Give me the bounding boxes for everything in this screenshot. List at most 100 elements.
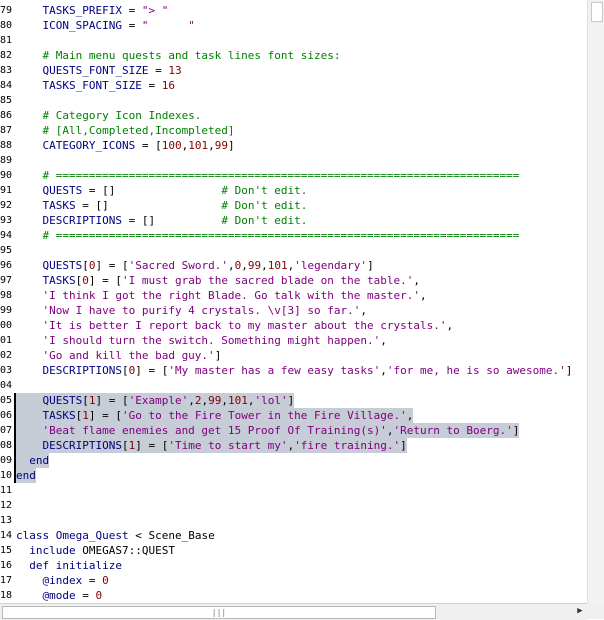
code-token: ] <box>400 439 407 452</box>
line-number: 110 <box>0 470 13 481</box>
horizontal-scrollbar[interactable]: ||| ▶ <box>0 603 587 620</box>
code-line[interactable]: 109 end <box>0 453 587 468</box>
code-text: ICON_SPACING = " " <box>16 18 194 33</box>
code-token: = <box>95 274 116 287</box>
line-number: 103 <box>0 365 13 376</box>
code-token: 99 <box>208 394 222 407</box>
code-token: 'My master has a few easy tasks' <box>168 364 381 377</box>
code-line[interactable]: 84 TASKS_FONT_SIZE = 16 <box>0 78 587 93</box>
horizontal-scroll-thumb[interactable]: ||| <box>2 606 436 619</box>
code-line[interactable]: 116 def initialize <box>0 558 587 573</box>
code-token: 'Sacred Sword.' <box>128 259 228 272</box>
code-text: # Category Icon Indexes. <box>16 108 201 123</box>
code-token: 0 <box>82 274 89 287</box>
code-token: OMEGAS7 <box>82 544 129 557</box>
code-line[interactable]: 94 # ===================================… <box>0 228 587 243</box>
code-line[interactable]: 112 <box>0 498 587 513</box>
code-line[interactable]: 82 # Main menu quests and task lines fon… <box>0 48 587 63</box>
code-token: , <box>221 394 228 407</box>
code-line[interactable]: 107 'Beat flame enemies and get 15 Proof… <box>0 423 587 438</box>
code-line[interactable]: 95 <box>0 243 587 258</box>
code-editor[interactable]: 79 TASKS_PREFIX = "> " 80 ICON_SPACING = … <box>0 0 587 603</box>
line-number: 104 <box>0 380 13 391</box>
code-line[interactable]: 100 'It is better I report back to my ma… <box>0 318 587 333</box>
code-token: , <box>227 259 235 272</box>
code-token: class <box>16 529 56 542</box>
code-text: 'Beat flame enemies and get 15 Proof Of … <box>16 423 520 438</box>
code-line[interactable]: 102 'Go and kill the bad guy.'] <box>0 348 587 363</box>
line-number: 79 <box>0 5 12 16</box>
code-token: @index <box>16 574 89 587</box>
code-text: QUESTS[0] = ['Sacred Sword.',0,99,101,'l… <box>16 258 373 273</box>
code-text: # ======================================… <box>16 228 519 243</box>
code-line[interactable]: 115 include OMEGAS7::QUEST <box>0 543 587 558</box>
code-line[interactable]: 101 'I should turn the switch. Something… <box>0 333 587 348</box>
code-line[interactable]: 104 <box>0 378 587 393</box>
code-line[interactable]: 97 TASKS[0] = ['I must grab the sacred b… <box>0 273 587 288</box>
selection-margin-marker <box>14 393 16 408</box>
line-number: 85 <box>0 95 12 106</box>
code-text: class Omega_Quest < Scene_Base <box>16 528 215 543</box>
code-line[interactable]: 79 TASKS_PREFIX = "> " <box>0 3 587 18</box>
code-line[interactable]: 117 @index = 0 <box>0 573 587 588</box>
code-text: # [All,Completed,Incompleted] <box>16 123 235 138</box>
code-line[interactable]: 86 # Category Icon Indexes. <box>0 108 587 123</box>
code-line[interactable]: 83 QUESTS_FONT_SIZE = 13 <box>0 63 587 78</box>
code-text: TASKS = [] # Don't edit. <box>16 198 307 213</box>
code-line[interactable]: 92 TASKS = [] # Don't edit. <box>0 198 587 213</box>
code-line[interactable]: 113 <box>0 513 587 528</box>
code-line[interactable]: 81 <box>0 33 587 48</box>
line-number: 107 <box>0 425 13 436</box>
code-token: TASKS <box>16 199 83 212</box>
code-token: = <box>102 259 122 272</box>
scrollbar-corner <box>587 603 604 619</box>
code-line[interactable]: 118 @mode = 0 <box>0 588 587 603</box>
line-number: 102 <box>0 350 13 361</box>
code-line[interactable]: 91 QUESTS = [] # Don't edit. <box>0 183 587 198</box>
code-line[interactable]: 80 ICON_SPACING = " " <box>0 18 587 33</box>
code-line[interactable]: 87 # [All,Completed,Incompleted] <box>0 123 587 138</box>
vertical-scroll-thumb[interactable] <box>591 2 603 22</box>
code-line[interactable]: 108 DESCRIPTIONS[1] = ['Time to start my… <box>0 438 587 453</box>
line-number: 117 <box>0 575 13 586</box>
code-token: , <box>380 334 387 347</box>
line-number: 91 <box>0 185 12 196</box>
code-line[interactable]: 96 QUESTS[0] = ['Sacred Sword.',0,99,101… <box>0 258 587 273</box>
code-token: 13 <box>161 64 182 77</box>
code-token: [ <box>121 439 129 452</box>
code-line[interactable]: 93 DESCRIPTIONS = [] # Don't edit. <box>0 213 587 228</box>
code-token: DESCRIPTIONS <box>16 439 122 452</box>
code-line[interactable]: 90 # ===================================… <box>0 168 587 183</box>
line-number: 80 <box>0 20 12 31</box>
code-line[interactable]: 89 <box>0 153 587 168</box>
code-token: TASKS_PREFIX <box>16 4 129 17</box>
code-token: 'lol' <box>254 394 288 407</box>
code-text: TASKS_FONT_SIZE = 16 <box>16 78 175 93</box>
code-token: 'It is better I report back to my master… <box>16 319 447 332</box>
scroll-right-arrow-icon[interactable]: ▶ <box>575 605 585 618</box>
code-line[interactable]: 85 <box>0 93 587 108</box>
code-token: ] <box>565 364 573 377</box>
code-token: def <box>16 559 56 572</box>
code-token: = <box>141 139 156 152</box>
code-token: 0 <box>95 574 109 587</box>
code-token: 16 <box>155 79 175 92</box>
code-token: # [All,Completed,Incompleted] <box>16 124 235 137</box>
code-line[interactable]: 114class Omega_Quest < Scene_Base <box>0 528 587 543</box>
code-line[interactable]: 103 DESCRIPTIONS[0] = ['My master has a … <box>0 363 587 378</box>
code-line[interactable]: 111 <box>0 483 587 498</box>
code-token: # ======================================… <box>16 229 520 242</box>
code-line[interactable]: 99 'Now I have to purify 4 crystals. \v[… <box>0 303 587 318</box>
code-line[interactable]: 106 TASKS[1] = ['Go to the Fire Tower in… <box>0 408 587 423</box>
code-token: , <box>188 394 195 407</box>
code-line[interactable]: 88 CATEGORY_ICONS = [100,101,99] <box>0 138 587 153</box>
code-line[interactable]: 105 QUESTS[1] = ['Example',2,99,101,'lol… <box>0 393 587 408</box>
code-text: 'It is better I report back to my master… <box>16 318 453 333</box>
code-token: [] <box>102 184 116 197</box>
vertical-scrollbar[interactable] <box>587 0 604 603</box>
code-token: 'Time to start my' <box>168 439 288 452</box>
code-line[interactable]: 110end <box>0 468 587 483</box>
code-line[interactable]: 98 'I think I got the right Blade. Go ta… <box>0 288 587 303</box>
